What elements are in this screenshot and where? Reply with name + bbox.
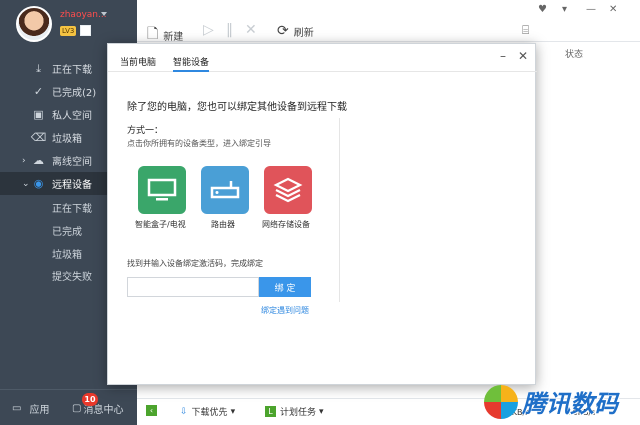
refresh-button[interactable]: ⟳ 刷新: [277, 23, 314, 39]
sidebar-subitem-trash[interactable]: 垃圾箱: [52, 246, 82, 261]
minimize-icon[interactable]: —: [586, 4, 596, 15]
nas-device-button[interactable]: [264, 166, 312, 214]
watermark: 腾讯数码: [480, 378, 640, 425]
username[interactable]: zhaoyan...: [60, 10, 107, 20]
minimize-icon[interactable]: –: [500, 49, 506, 63]
pause-icon[interactable]: ‖: [226, 22, 233, 38]
close-icon[interactable]: ✕: [518, 49, 528, 63]
download-icon: ⤓: [36, 61, 41, 75]
remote-device-icon: ◉: [33, 177, 44, 190]
message-count-badge: 10: [82, 393, 98, 406]
user-profile[interactable]: zhaoyan... LV3: [0, 0, 137, 48]
arrow-left-icon: ‹: [146, 405, 157, 416]
download-priority-button[interactable]: ⇩ 下载优先 ▾: [180, 405, 236, 419]
chevron-right-icon[interactable]: ›: [22, 156, 26, 166]
device-label-router: 路由器: [211, 220, 235, 229]
avatar[interactable]: [16, 6, 52, 42]
trash-icon: ⌫: [30, 131, 47, 144]
play-icon[interactable]: ▷: [203, 22, 214, 38]
device-label-smart-tv: 智能盒子/电视: [135, 220, 186, 229]
device-label-nas: 网络存储设备: [262, 220, 310, 229]
chevron-down-icon[interactable]: [101, 12, 107, 16]
bind-button[interactable]: 绑 定: [259, 277, 311, 297]
close-icon[interactable]: ✕: [609, 4, 617, 15]
chevron-down-icon: ▾: [319, 406, 324, 417]
level-badge: LV3: [60, 26, 77, 36]
router-icon: [210, 181, 240, 199]
refresh-icon: ⟳: [277, 23, 289, 39]
tab-current-pc[interactable]: 当前电脑: [120, 55, 156, 68]
bind-code-hint: 找到并输入设备绑定激活码，完成绑定: [127, 259, 263, 268]
storage-stack-icon: [273, 177, 303, 203]
chevron-down-icon: ▾: [230, 406, 236, 417]
divider: [339, 118, 340, 302]
apps-button[interactable]: ▭ 应用: [12, 401, 49, 416]
bind-code-input[interactable]: [127, 277, 259, 297]
delete-icon[interactable]: ✕: [245, 22, 257, 38]
schedule-icon: L: [265, 406, 276, 417]
router-icon[interactable]: ⌸: [522, 23, 529, 38]
method-title: 方式一：: [127, 126, 164, 136]
apps-icon: ▭: [12, 403, 22, 414]
collapse-button[interactable]: ‹: [146, 405, 161, 416]
sidebar-subitem-completed[interactable]: 已完成: [52, 223, 82, 238]
bind-problem-link[interactable]: 绑定遇到问题: [261, 305, 309, 316]
watermark-text: 腾讯数码: [522, 390, 618, 418]
sidebar-subitem-failed[interactable]: 提交失败: [52, 268, 92, 283]
status-column-header: 状态: [565, 50, 584, 60]
toolbar: 🗋 新建 ▷ ‖ ✕ ⟳ 刷新 ♥ ▾ — ✕ ⌸: [137, 0, 640, 43]
vip-icon: [80, 25, 91, 36]
message-icon: ▢: [72, 403, 82, 414]
menu-icon[interactable]: ▾: [562, 4, 567, 15]
router-device-button[interactable]: [201, 166, 249, 214]
skin-icon[interactable]: ♥: [538, 4, 547, 15]
dialog-intro: 除了您的电脑，您也可以绑定其他设备到远程下载: [127, 102, 347, 113]
chevron-down-icon[interactable]: ⌄: [22, 179, 30, 189]
dialog-tabs: 当前电脑 智能设备 – ✕: [108, 44, 537, 72]
cloud-icon: ☁: [33, 154, 44, 167]
tencent-digital-logo-icon: [484, 384, 518, 419]
bind-device-dialog: 当前电脑 智能设备 – ✕ 除了您的电脑，您也可以绑定其他设备到远程下载 方式一…: [107, 43, 537, 385]
tab-smart-device[interactable]: 智能设备: [173, 55, 210, 72]
message-center-button[interactable]: ▢ 消息中心: [72, 401, 123, 416]
tv-icon: [147, 178, 177, 201]
smart-tv-device-button[interactable]: [138, 166, 186, 214]
priority-icon: ⇩: [180, 406, 188, 417]
check-circle-icon: ✓: [33, 85, 44, 98]
method-description: 点击你所拥有的设备类型，进入绑定引导: [127, 139, 271, 148]
scheduled-task-button[interactable]: L 计划任务 ▾: [265, 405, 324, 418]
sidebar-subitem-downloading[interactable]: 正在下载: [52, 200, 92, 215]
lock-icon: ▣: [33, 108, 44, 121]
